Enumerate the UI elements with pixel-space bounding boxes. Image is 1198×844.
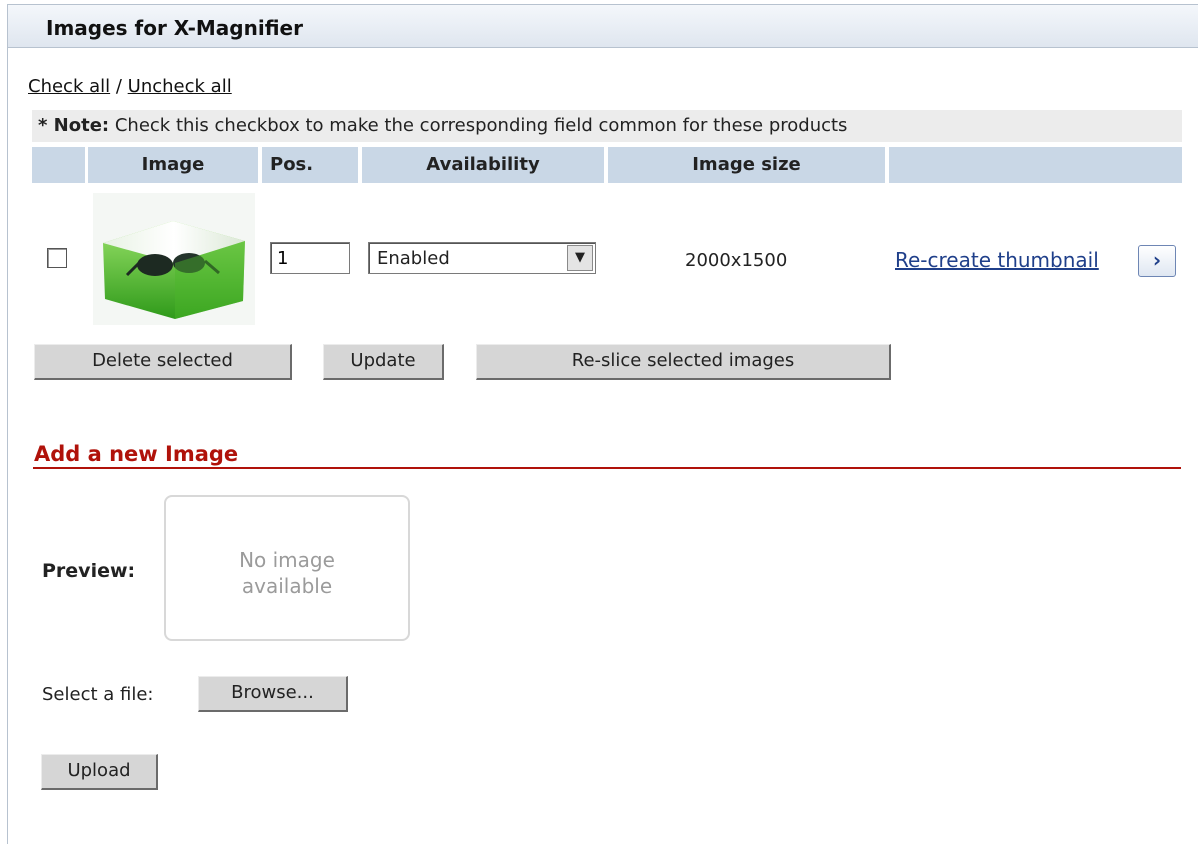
- availability-select[interactable]: Enabled ▼: [368, 242, 596, 274]
- header-pos: Pos.: [262, 147, 358, 183]
- upload-button[interactable]: Upload: [41, 754, 158, 790]
- chevron-down-icon: ▼: [567, 245, 593, 271]
- no-image-line1: No image: [239, 548, 335, 572]
- header-image: Image: [88, 147, 258, 183]
- browse-button[interactable]: Browse...: [198, 676, 348, 712]
- panel-titlebar: Images for X-Magnifier: [8, 5, 1198, 48]
- note-label: * Note:: [38, 115, 110, 136]
- product-thumbnail: [93, 193, 255, 325]
- section-divider: [33, 467, 1181, 469]
- select-file-label: Select a file:: [42, 684, 154, 705]
- availability-select-value: Enabled: [377, 248, 450, 269]
- check-all-link[interactable]: Check all: [28, 76, 110, 97]
- check-links: Check all / Uncheck all: [28, 76, 232, 97]
- note-text: Check this checkbox to make the correspo…: [114, 115, 848, 136]
- update-button[interactable]: Update: [323, 344, 444, 380]
- note-bar: * Note: Check this checkbox to make the …: [32, 110, 1182, 142]
- no-image-line2: available: [241, 574, 333, 598]
- position-input[interactable]: [270, 242, 350, 274]
- header-select-col: [32, 147, 85, 183]
- preview-placeholder: No image available: [164, 495, 410, 641]
- recreate-thumbnail-go-button[interactable]: ›: [1138, 245, 1176, 277]
- delete-selected-button[interactable]: Delete selected: [34, 344, 292, 380]
- chevron-right-icon: ›: [1152, 248, 1162, 272]
- panel-title: Images for X-Magnifier: [46, 16, 303, 40]
- uncheck-all-link[interactable]: Uncheck all: [128, 76, 232, 97]
- row-checkbox[interactable]: [47, 248, 67, 268]
- add-image-heading: Add a new Image: [34, 442, 239, 466]
- header-availability: Availability: [362, 147, 604, 183]
- preview-label: Preview:: [42, 560, 136, 582]
- reslice-button[interactable]: Re-slice selected images: [476, 344, 891, 380]
- recreate-thumbnail-link[interactable]: Re-create thumbnail: [895, 248, 1099, 272]
- image-size-value: 2000x1500: [685, 250, 788, 271]
- header-actions: [889, 147, 1182, 183]
- header-image-size: Image size: [608, 147, 885, 183]
- links-separator: /: [115, 76, 122, 97]
